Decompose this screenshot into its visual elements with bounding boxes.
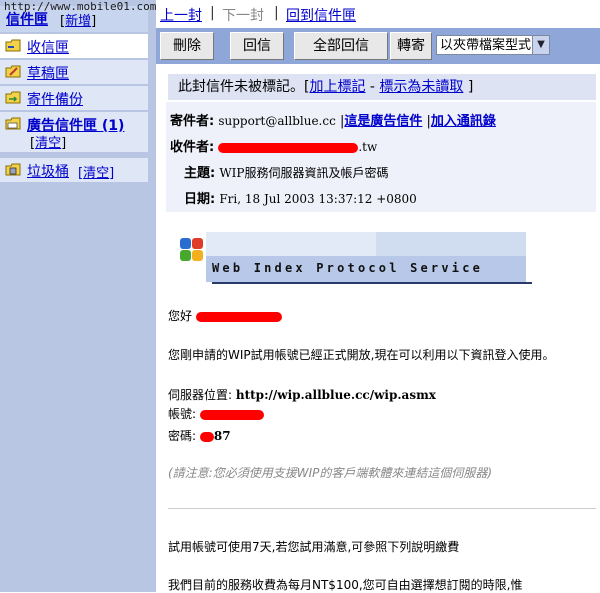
account-label: 帳號: bbox=[168, 407, 197, 421]
account-line: 帳號: bbox=[168, 405, 264, 422]
divider bbox=[168, 508, 596, 509]
from-row: 寄件者: support@allblue.cc |這是廣告信件 |加入通訊錄 bbox=[170, 114, 496, 129]
logo-underline bbox=[212, 282, 532, 284]
message-headers: 寄件者: support@allblue.cc |這是廣告信件 |加入通訊錄 收… bbox=[166, 102, 596, 212]
to-label: 收件者: bbox=[170, 140, 215, 155]
redaction-mark bbox=[199, 409, 264, 420]
subject-row: 主題: WIP服務伺服器資訊及帳戶密碼 bbox=[184, 162, 389, 181]
nav-separator: | bbox=[274, 5, 279, 21]
sidebar-item-label[interactable]: 收信匣 bbox=[27, 37, 69, 57]
report-spam-link[interactable]: 這是廣告信件 bbox=[344, 114, 422, 129]
message-view: 此封信件未被標記。[加上標記 - 標示為未讀取 ] 寄件者: support@a… bbox=[156, 64, 600, 592]
logo-dot-icon bbox=[180, 250, 191, 261]
empty-spam-link[interactable]: [清空] bbox=[30, 132, 66, 151]
nav-separator: | bbox=[210, 5, 215, 21]
logo-dot-icon bbox=[180, 238, 191, 249]
sidebar-item-label[interactable]: 寄件備份 bbox=[27, 89, 83, 109]
client-note: (請注意:您必須使用支援WIP的客戶端軟體來連結這個伺服器) bbox=[168, 466, 493, 480]
add-contact-link[interactable]: 加入通訊錄 bbox=[431, 114, 496, 129]
server-label: 伺服器位置: bbox=[168, 388, 233, 402]
fee-line: 我們目前的服務收費為每月NT$100,您可自由選擇想訂閱的時限,惟 bbox=[168, 578, 523, 592]
redaction-mark bbox=[218, 142, 359, 153]
subject-label: 主題: bbox=[184, 166, 216, 181]
trial-line: 試用帳號可使用7天,若您試用滿意,可參照下列說明繳費 bbox=[168, 540, 460, 554]
redaction-mark bbox=[195, 311, 282, 322]
to-value: .tw bbox=[358, 140, 378, 154]
sidebar-item-sent[interactable]: 寄件備份 bbox=[0, 86, 148, 111]
empty-spam-link-text[interactable]: 清空 bbox=[35, 136, 61, 151]
empty-trash-link[interactable]: [清空] bbox=[78, 162, 114, 181]
sidebar-item-label[interactable]: 草稿匣 bbox=[27, 63, 69, 83]
greeting-line: 您好 bbox=[168, 307, 282, 324]
delete-button[interactable]: 刪除 bbox=[160, 32, 214, 60]
back-to-folder-link[interactable]: 回到信件匣 bbox=[286, 8, 356, 24]
redaction-mark bbox=[199, 431, 214, 442]
forward-button[interactable]: 轉寄 bbox=[390, 32, 432, 60]
chevron-down-icon[interactable]: ▼ bbox=[532, 36, 549, 54]
password-label: 密碼: bbox=[168, 429, 197, 443]
date-row: 日期: Fri, 18 Jul 2003 13:37:12 +0800 bbox=[184, 188, 417, 207]
sidebar-item-trash[interactable]: 垃圾桶 [清空] bbox=[0, 158, 148, 183]
sidebar-item-inbox[interactable]: 收信匣 bbox=[0, 34, 148, 59]
empty-trash-link-text[interactable]: 清空 bbox=[83, 166, 109, 181]
forward-mode-value: 以夾帶檔案型式 bbox=[440, 38, 532, 53]
message-nav: 上一封 | 下一封 | 回到信件匣 bbox=[156, 0, 600, 28]
date-label: 日期: bbox=[184, 192, 216, 207]
reply-button[interactable]: 回信 bbox=[230, 32, 284, 60]
sidebar-item-drafts[interactable]: 草稿匣 bbox=[0, 60, 148, 85]
flag-status-bar: 此封信件未被標記。[加上標記 - 標示為未讀取 ] bbox=[168, 74, 596, 100]
flag-status-text: 此封信件未被標記。[ bbox=[178, 79, 310, 95]
sidebar-item-label[interactable]: 垃圾桶 bbox=[27, 161, 69, 181]
add-flag-link[interactable]: 加上標記 bbox=[309, 79, 365, 95]
logo-dot-icon bbox=[192, 238, 203, 249]
forward-mode-select[interactable]: 以夾帶檔案型式 ▼ bbox=[436, 35, 550, 55]
inbox-icon bbox=[5, 39, 21, 52]
sent-icon bbox=[5, 91, 21, 104]
password-value: 87 bbox=[213, 429, 231, 443]
wip-logo: Web Index Protocol Service bbox=[176, 232, 536, 286]
password-line: 密碼: 87 bbox=[168, 427, 231, 444]
drafts-icon bbox=[5, 65, 21, 78]
sidebar-item-spam[interactable]: 廣告信件匣 (1) [清空] bbox=[0, 112, 148, 153]
trash-icon bbox=[5, 163, 21, 176]
from-label: 寄件者: bbox=[170, 114, 215, 129]
logo-text: Web Index Protocol Service bbox=[212, 261, 484, 275]
spam-folder-icon bbox=[5, 117, 21, 130]
message-toolbar: 刪除 回信 全部回信 轉寄 以夾帶檔案型式 ▼ bbox=[156, 28, 600, 64]
new-folder-link-text[interactable]: 新增 bbox=[65, 14, 91, 29]
next-message-link[interactable]: 下一封 bbox=[222, 5, 264, 25]
flag-bracket: ] bbox=[463, 79, 474, 95]
greeting: 您好 bbox=[168, 309, 193, 323]
server-url: http://wip.allblue.cc/wip.asmx bbox=[235, 388, 436, 402]
body-line: 您剛申請的WIP試用帳號已經正式開放,現在可以利用以下資訊登入使用。 bbox=[168, 348, 555, 362]
server-line: 伺服器位置: http://wip.allblue.cc/wip.asmx bbox=[168, 386, 436, 403]
subject-value: WIP服務伺服器資訊及帳戶密碼 bbox=[219, 166, 389, 180]
to-row: 收件者: .tw bbox=[170, 136, 377, 155]
mark-unread-link[interactable]: 標示為未讀取 bbox=[379, 79, 463, 95]
from-value: support@allblue.cc bbox=[218, 114, 336, 128]
date-value: Fri, 18 Jul 2003 13:37:12 +0800 bbox=[219, 192, 417, 206]
flag-separator: - bbox=[365, 79, 380, 95]
watermark: http://www.mobile01.com bbox=[4, 0, 157, 13]
prev-message-link[interactable]: 上一封 bbox=[160, 8, 202, 24]
folder-sidebar: http://www.mobile01.com 信件匣 [新增] 收信匣 草稿匣… bbox=[0, 0, 156, 592]
reply-all-button[interactable]: 全部回信 bbox=[294, 32, 388, 60]
logo-dot-icon bbox=[192, 250, 203, 261]
